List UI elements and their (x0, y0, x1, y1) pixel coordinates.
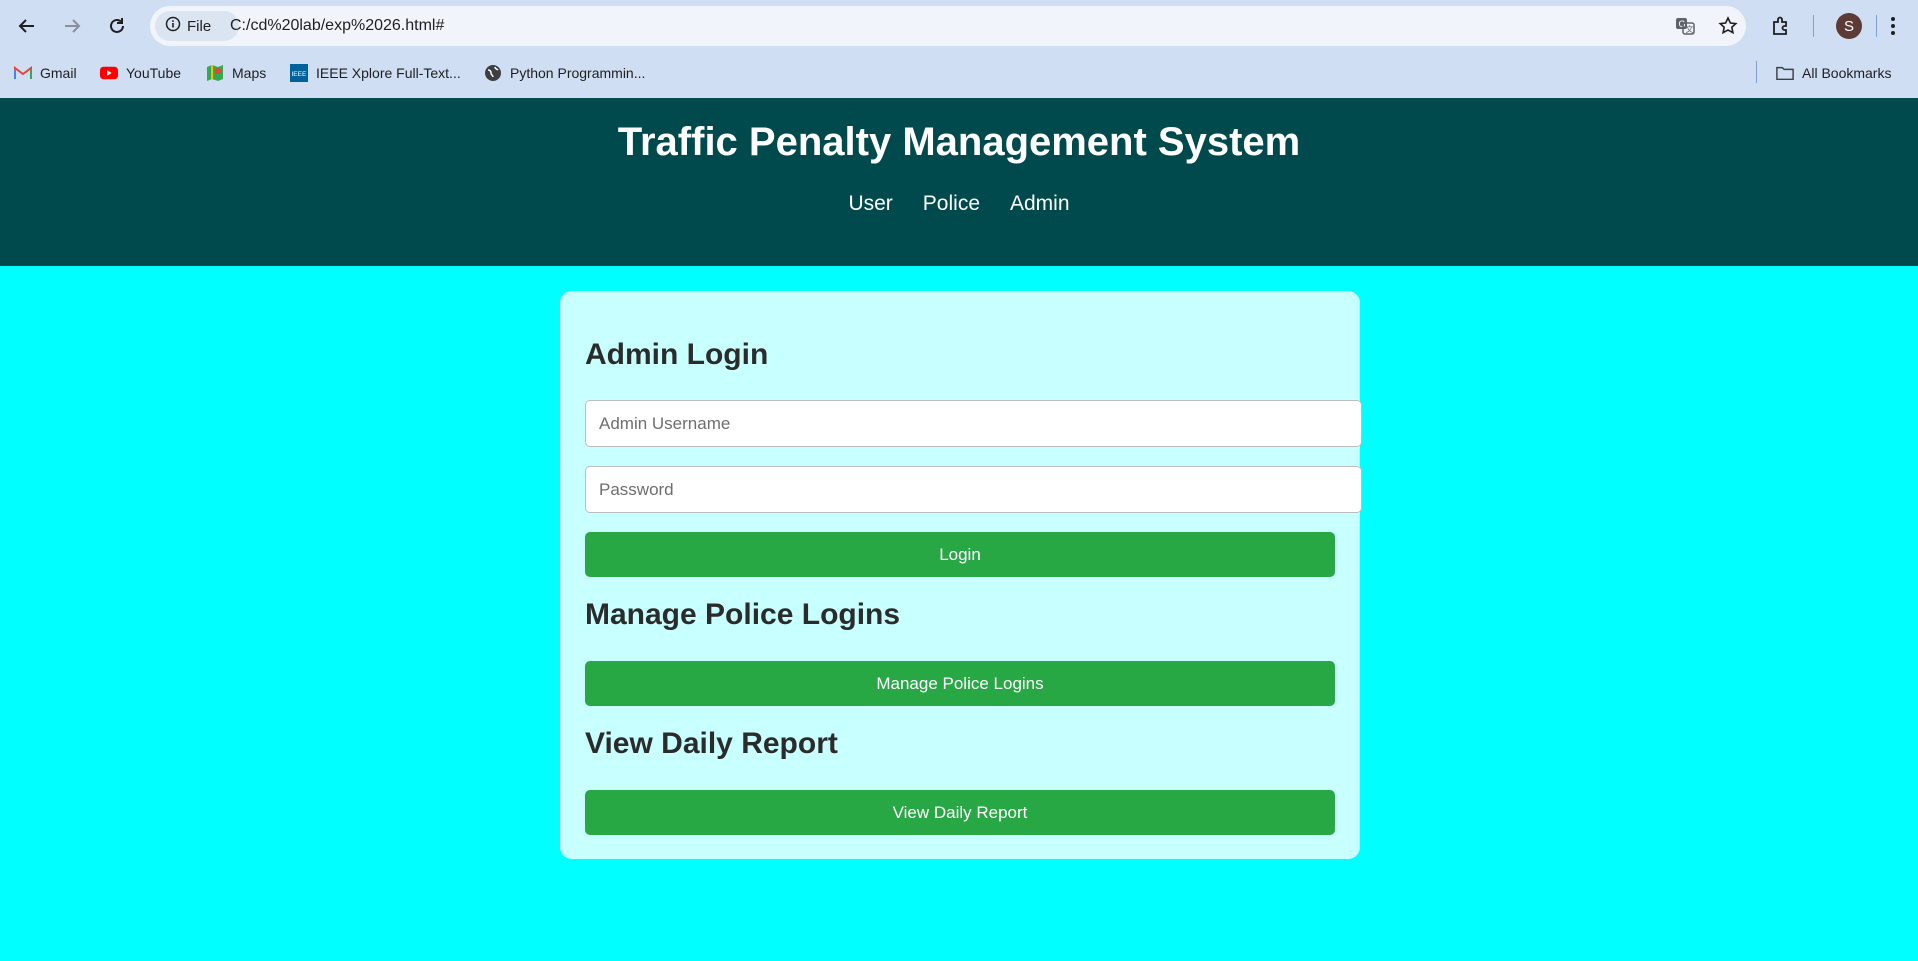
bookmark-label: Maps (232, 65, 267, 81)
bookmark-label: Python Programmin... (510, 65, 646, 81)
bookmark-youtube[interactable]: YouTube (100, 62, 181, 84)
admin-username-input[interactable] (585, 400, 1362, 447)
bookmark-python[interactable]: Python Programmin... (484, 62, 645, 84)
login-button[interactable]: Login (585, 532, 1335, 577)
browser-chrome: File C:/cd%20lab/exp%2026.html# G文 S Gma… (0, 0, 1918, 98)
bookmark-gmail[interactable]: Gmail (14, 62, 77, 84)
ieee-icon: IEEE (290, 64, 308, 82)
info-icon (165, 16, 181, 36)
svg-text:文: 文 (1686, 24, 1694, 34)
gmail-icon (14, 64, 32, 82)
manage-police-heading: Manage Police Logins (585, 598, 901, 631)
bookmark-maps[interactable]: Maps (206, 62, 266, 84)
site-chip-label: File (187, 17, 212, 35)
bookmark-label: YouTube (126, 65, 182, 81)
nav-link-police[interactable]: Police (923, 192, 980, 216)
admin-card: Admin Login Login Manage Police Logins M… (560, 291, 1362, 859)
password-input[interactable] (585, 466, 1362, 513)
back-icon[interactable] (10, 9, 44, 43)
admin-login-heading: Admin Login (585, 338, 769, 371)
translate-icon[interactable]: G文 (1673, 14, 1697, 38)
globe-icon (484, 64, 502, 82)
nav-link-admin[interactable]: Admin (1010, 192, 1070, 216)
bookmarks-divider (1756, 61, 1757, 83)
bookmark-ieee[interactable]: IEEE IEEE Xplore Full-Text... (290, 62, 461, 84)
address-bar[interactable]: File C:/cd%20lab/exp%2026.html# G文 (150, 6, 1746, 46)
main-nav: User Police Admin (0, 192, 1918, 216)
toolbar-divider (1813, 15, 1814, 37)
all-bookmarks-label: All Bookmarks (1802, 65, 1892, 81)
manage-police-logins-button[interactable]: Manage Police Logins (585, 661, 1335, 706)
browser-toolbar: File C:/cd%20lab/exp%2026.html# G文 S (0, 0, 1918, 52)
daily-report-heading: View Daily Report (585, 727, 838, 760)
page-title: Traffic Penalty Management System (617, 120, 1301, 164)
svg-text:G: G (1679, 19, 1686, 29)
reload-icon[interactable] (100, 9, 134, 43)
forward-icon[interactable] (55, 9, 89, 43)
all-bookmarks-button[interactable]: All Bookmarks (1776, 62, 1891, 84)
bookmark-label: IEEE Xplore Full-Text... (316, 65, 461, 81)
youtube-icon (100, 64, 118, 82)
extensions-icon[interactable] (1765, 10, 1797, 42)
site-header: Traffic Penalty Management System User P… (0, 98, 1918, 266)
menu-icon[interactable] (1877, 10, 1909, 42)
folder-icon (1776, 64, 1794, 82)
url-text[interactable]: C:/cd%20lab/exp%2026.html# (230, 6, 444, 46)
site-info-chip[interactable]: File (155, 11, 239, 41)
bookmark-label: Gmail (40, 65, 77, 81)
avatar[interactable]: S (1836, 13, 1862, 39)
maps-icon (206, 64, 224, 82)
star-icon[interactable] (1716, 14, 1740, 38)
svg-text:IEEE: IEEE (292, 71, 307, 78)
bookmarks-bar: Gmail YouTube Maps IEEE IEEE Xplore Full… (0, 56, 1918, 90)
nav-link-user[interactable]: User (848, 192, 892, 216)
view-daily-report-button[interactable]: View Daily Report (585, 790, 1335, 835)
